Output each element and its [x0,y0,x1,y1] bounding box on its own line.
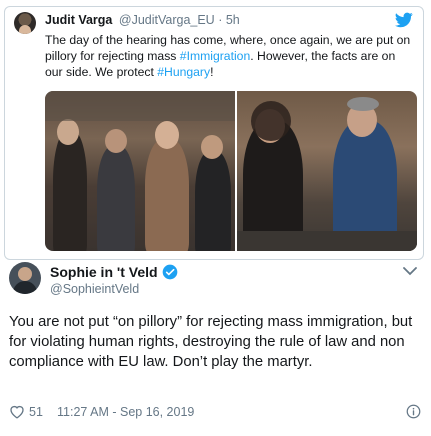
like-count[interactable]: 51 [29,405,43,419]
heart-icon[interactable] [9,404,25,419]
photo-grid [45,91,417,251]
author-avatar[interactable] [9,262,41,294]
verified-badge-icon [162,264,177,280]
quoted-tweet-text: The day of the hearing has come, where, … [45,32,415,80]
author-handle[interactable]: @SophieintVeld [50,282,139,296]
info-icon[interactable] [406,404,421,419]
quoted-author-name[interactable]: Judit Varga [45,13,112,27]
separator-dot: · [218,13,223,27]
tweet-text: You are not put “on pillory” for rejecti… [9,314,413,370]
tweet-photo[interactable] [237,91,417,251]
quoted-author-avatar[interactable] [14,12,36,34]
hashtag-link[interactable]: #Hungary [157,65,210,79]
author-name-row: Sophie in 't Veld [50,264,178,280]
quoted-text-part: ! [210,65,214,79]
tweet-timestamp[interactable]: 11:27 AM - Sep 16, 2019 [57,405,194,419]
hashtag-link[interactable]: #Immigration [180,49,250,63]
quoted-tweet-header: Judit Varga @JuditVarga_EU · 5h [45,13,240,27]
quoted-tweet-time[interactable]: 5h [226,13,240,27]
tweet-photo[interactable] [45,91,235,251]
author-name[interactable]: Sophie in 't Veld [50,264,158,280]
tweet-footer: 51 11:27 AM - Sep 16, 2019 [9,402,423,422]
chevron-down-icon[interactable] [403,266,417,276]
twitter-bird-icon [395,12,413,28]
quoted-tweet-card[interactable]: Judit Varga @JuditVarga_EU · 5h The day … [4,6,424,260]
quoted-author-handle[interactable]: @JuditVarga_EU [119,13,215,27]
